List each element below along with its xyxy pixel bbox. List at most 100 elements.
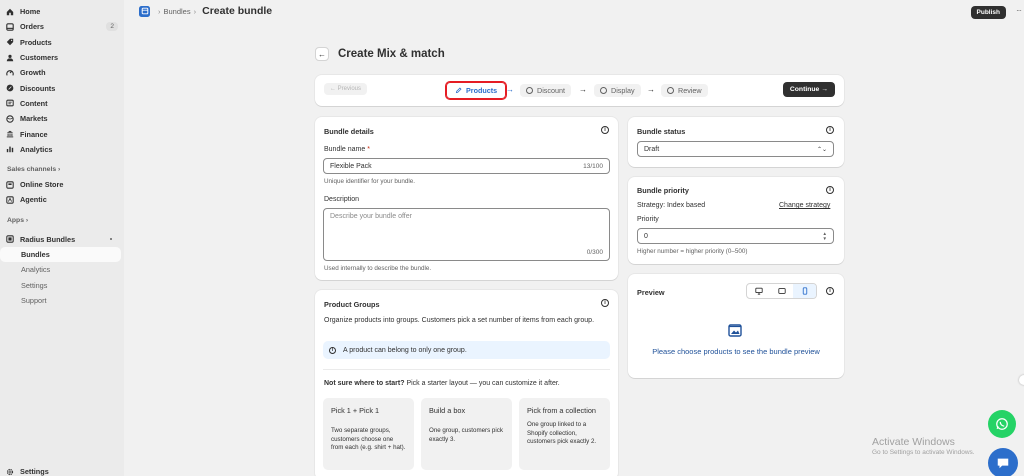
chat-button[interactable] <box>988 448 1018 476</box>
description-char-count: 0/300 <box>586 249 603 256</box>
orders-count-badge: 2 <box>106 22 118 32</box>
sidebar-item-customers[interactable]: Customers <box>0 50 124 65</box>
step-products[interactable]: Products <box>444 81 508 100</box>
bundle-name-label: Bundle name * <box>324 146 370 153</box>
pin-dot-icon[interactable] <box>110 238 112 241</box>
image-placeholder-icon <box>728 324 742 337</box>
starter-layout-desc: One group, customers pick exactly 3. <box>429 427 503 443</box>
sidebar-item-products[interactable]: Products <box>0 35 124 50</box>
content-icon <box>6 99 14 107</box>
starter-layout-title: Pick 1 + Pick 1 <box>331 406 380 415</box>
bar-chart-icon <box>6 145 14 153</box>
top-bar: › Bundles › Create bundle Publish ··· <box>124 0 1024 25</box>
step-review[interactable]: Review <box>661 84 708 97</box>
sidebar-sub-support[interactable]: Support <box>0 293 121 308</box>
home-icon <box>6 8 14 16</box>
bundle-name-label-text: Bundle name <box>324 146 366 153</box>
sidebar-item-online-store[interactable]: Online Store <box>0 177 124 192</box>
sidebar-item-label: Markets <box>20 114 48 124</box>
page-title: Create Mix & match <box>338 48 445 60</box>
sidebar-sub-analytics[interactable]: Analytics <box>0 262 121 277</box>
activate-windows-subtitle: Go to Settings to activate Windows. <box>872 449 975 456</box>
sidebar-item-label: Home <box>20 7 41 17</box>
continue-button[interactable]: Continue → <box>782 82 835 97</box>
gear-icon <box>6 468 14 476</box>
sidebar-item-growth[interactable]: Growth <box>0 65 124 80</box>
breadcrumb-bundles-link[interactable]: Bundles <box>164 7 191 16</box>
previous-button[interactable]: ← Previous <box>324 83 368 95</box>
sidebar-item-settings[interactable]: Settings <box>0 464 55 476</box>
priority-value: 0 <box>644 232 648 240</box>
publish-button[interactable]: Publish <box>970 6 1006 19</box>
more-actions-icon[interactable]: ··· <box>1016 6 1022 15</box>
starter-layout-card[interactable]: Pick from a collection One group linked … <box>519 398 610 470</box>
number-stepper-icon[interactable]: ▲ ▼ <box>823 231 827 241</box>
bundle-status-title: Bundle status <box>637 127 686 136</box>
sidebar-item-label: Discounts <box>20 83 56 93</box>
sidebar: Home Orders 2 Products Customers Growth … <box>0 0 124 476</box>
starter-layout-desc: Two separate groups, customers choose on… <box>331 427 406 451</box>
device-toggle <box>746 283 817 299</box>
agentic-icon <box>6 196 14 204</box>
priority-input[interactable]: 0 ▲ ▼ <box>637 228 834 244</box>
scroll-handle[interactable] <box>1019 375 1024 385</box>
app-icon <box>6 235 14 243</box>
info-icon[interactable]: i <box>601 299 609 307</box>
step-discount[interactable]: Discount <box>520 84 571 97</box>
page-heading: Create bundle <box>202 5 273 17</box>
starter-layout-card[interactable]: Pick 1 + Pick 1 Two separate groups, cus… <box>323 398 414 470</box>
info-icon[interactable]: i <box>601 126 609 134</box>
bundle-name-char-count: 13/100 <box>583 162 603 170</box>
mobile-icon[interactable] <box>793 284 816 298</box>
sidebar-item-content[interactable]: Content <box>0 96 124 111</box>
sales-channels-heading[interactable]: Sales channels › <box>0 162 124 177</box>
sidebar-item-markets[interactable]: Markets <box>0 111 124 126</box>
back-arrow-icon[interactable]: ← <box>315 47 329 61</box>
info-icon[interactable]: i <box>826 287 834 295</box>
person-icon <box>6 54 14 62</box>
starter-layout-card[interactable]: Build a box One group, customers pick ex… <box>421 398 512 470</box>
starter-layout-desc: One group linked to a Shopify collection… <box>527 421 597 445</box>
sidebar-sub-settings[interactable]: Settings <box>0 277 121 292</box>
sidebar-sub-bundles[interactable]: Bundles <box>0 246 121 263</box>
sidebar-item-radius-bundles[interactable]: Radius Bundles <box>0 232 124 247</box>
sidebar-item-label: Analytics <box>20 144 53 154</box>
step-circle-icon <box>600 87 607 94</box>
preview-title: Preview <box>637 288 665 297</box>
bundle-status-card: Bundle status i Draft ⌃⌄ <box>628 117 844 167</box>
bundle-status-select[interactable]: Draft ⌃⌄ <box>637 141 834 157</box>
starter-layout-title: Pick from a collection <box>527 406 596 415</box>
product-groups-title: Product Groups <box>324 300 380 309</box>
info-banner-text: A product can belong to only one group. <box>343 346 467 354</box>
step-circle-icon <box>526 87 533 94</box>
sidebar-item-label: Settings <box>20 467 49 476</box>
sidebar-item-analytics[interactable]: Analytics <box>0 142 124 157</box>
sidebar-item-agentic[interactable]: Agentic <box>0 192 124 207</box>
info-icon[interactable]: i <box>826 186 834 194</box>
info-icon[interactable]: i <box>826 126 834 134</box>
apps-heading[interactable]: Apps › <box>0 213 124 228</box>
step-label: Discount <box>537 86 565 95</box>
priority-label: Priority <box>637 216 659 223</box>
bundle-name-input[interactable]: Flexible Pack 13/100 <box>323 158 610 174</box>
sidebar-item-finance[interactable]: Finance <box>0 126 124 141</box>
change-strategy-link[interactable]: Change strategy <box>779 202 830 209</box>
sidebar-item-discounts[interactable]: Discounts <box>0 80 124 95</box>
bundle-status-value: Draft <box>644 145 660 153</box>
description-help: Used internally to describe the bundle. <box>324 265 432 272</box>
step-display[interactable]: Display <box>594 84 641 97</box>
sidebar-item-label: Online Store <box>20 180 64 190</box>
breadcrumb-separator: › <box>193 6 197 16</box>
sidebar-item-orders[interactable]: Orders 2 <box>0 19 124 34</box>
sidebar-item-label: Customers <box>20 53 59 63</box>
sidebar-item-home[interactable]: Home <box>0 4 124 19</box>
sidebar-item-label: Finance <box>20 129 48 139</box>
app-logo-icon[interactable] <box>139 5 150 17</box>
tablet-icon[interactable] <box>770 284 793 298</box>
info-banner: i A product can belong to only one group… <box>323 341 610 359</box>
step-arrow-icon: → <box>647 85 655 94</box>
whatsapp-button[interactable] <box>988 410 1016 438</box>
desktop-icon[interactable] <box>747 284 770 298</box>
starter-prompt-bold: Not sure where to start? <box>324 380 405 387</box>
description-textarea[interactable]: Describe your bundle offer 0/300 <box>323 208 610 261</box>
